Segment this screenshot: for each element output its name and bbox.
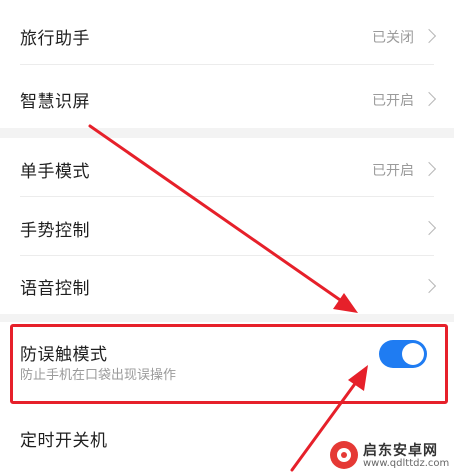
watermark-brand: 启东安卓网 [363,443,438,459]
watermark-url: www.qdlttdz.com [363,458,450,469]
arrow-line-down [88,124,345,304]
watermark: 启东安卓网 www.qdlttdz.com [330,437,454,473]
watermark-logo-icon [330,441,358,469]
annotation-arrows [88,124,368,472]
